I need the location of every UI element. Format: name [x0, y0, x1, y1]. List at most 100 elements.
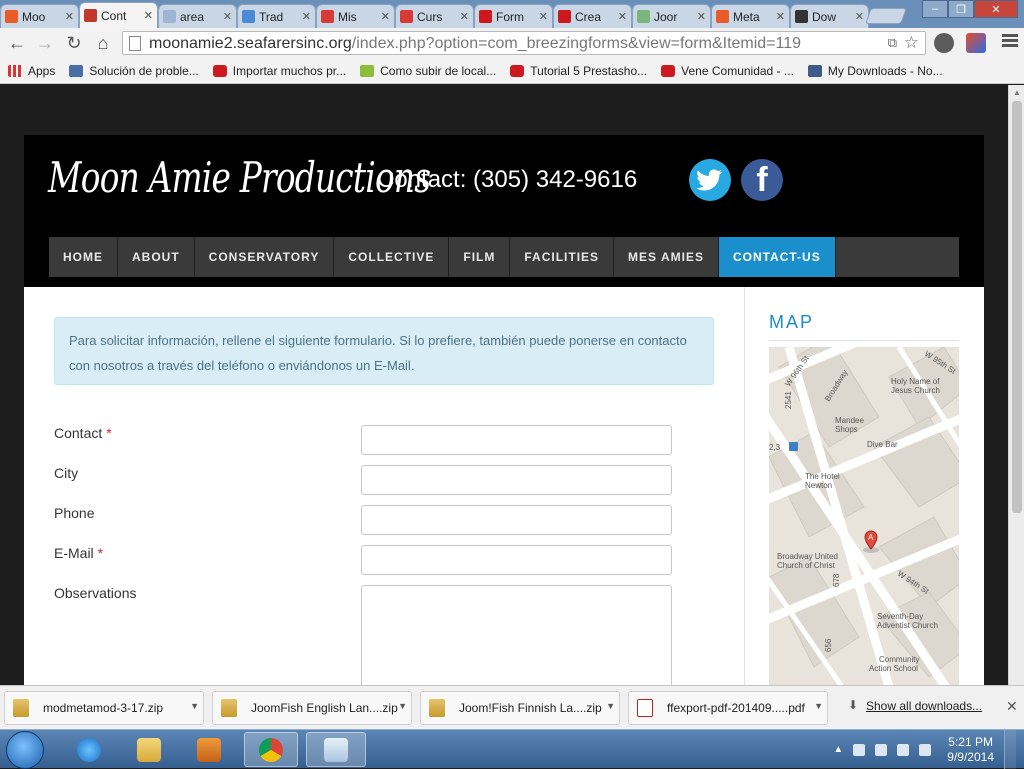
close-tab-icon[interactable]: ✕: [776, 10, 785, 23]
volume-icon[interactable]: [919, 743, 932, 756]
taskbar-ie[interactable]: [62, 732, 116, 767]
tab-0[interactable]: Moo ✕: [0, 4, 79, 28]
email-input[interactable]: [361, 545, 672, 575]
close-tab-icon[interactable]: ✕: [697, 10, 706, 23]
chevron-down-icon[interactable]: ▼: [606, 701, 615, 711]
tab-2[interactable]: area ✕: [158, 4, 237, 28]
close-window-button[interactable]: ✕: [974, 0, 1018, 18]
tab-8[interactable]: Joor ✕: [632, 4, 711, 28]
close-shelf-icon[interactable]: ✕: [1006, 698, 1018, 715]
reload-icon[interactable]: ↻: [63, 32, 85, 54]
contact-input[interactable]: [361, 425, 672, 455]
forward-icon[interactable]: →: [34, 32, 56, 54]
map-label-place: Holy Name of: [891, 377, 940, 386]
menu-icon[interactable]: [1002, 34, 1018, 50]
scroll-up-icon[interactable]: ▲: [1013, 88, 1021, 97]
required-mark: *: [106, 425, 112, 441]
page-viewport: Moon Amie Productions Contact: (305) 342…: [0, 85, 1008, 685]
download-item[interactable]: ffexport-pdf-201409.....pdf ▼: [628, 691, 828, 725]
tray-chevron-icon[interactable]: ▲: [833, 744, 843, 755]
bookmark-importar[interactable]: Importar muchos pr...: [212, 64, 346, 78]
clock[interactable]: 5:21 PM 9/9/2014: [947, 735, 994, 765]
map[interactable]: W 96th St Broadway W 94th St W 95th St H…: [769, 347, 959, 685]
tab-4[interactable]: Mis ✕: [316, 4, 395, 28]
home-icon[interactable]: ⌂: [92, 32, 114, 54]
taskbar-explorer[interactable]: [122, 732, 176, 767]
scrollbar-thumb[interactable]: [1012, 101, 1022, 513]
show-all-downloads-link[interactable]: Show all downloads...: [866, 699, 982, 713]
nav-contact-us[interactable]: CONTACT-US: [718, 237, 836, 277]
map-label-place: Newton: [805, 481, 832, 490]
twitter-icon[interactable]: [689, 159, 731, 201]
bookmark-star-icon[interactable]: ☆: [904, 33, 919, 53]
bookmark-como-subir[interactable]: Como subir de local...: [360, 64, 496, 78]
address-bar[interactable]: moonamie2.seafarersinc.org/index.php?opt…: [122, 31, 926, 55]
nav-about[interactable]: ABOUT: [118, 237, 195, 277]
close-tab-icon[interactable]: ✕: [302, 10, 311, 23]
taskbar-notepad[interactable]: [306, 732, 366, 767]
tab-3[interactable]: Trad ✕: [237, 4, 316, 28]
restore-button[interactable]: ❐: [948, 0, 974, 18]
bookmark-vene[interactable]: Vene Comunidad - ...: [661, 64, 794, 78]
bookmark-my-downloads[interactable]: My Downloads - No...: [807, 64, 943, 78]
taskbar-chrome[interactable]: [244, 732, 298, 767]
chevron-down-icon[interactable]: ▼: [398, 701, 407, 711]
download-item[interactable]: Joom!Fish Finnish La....zip ▼: [420, 691, 620, 725]
tab-9[interactable]: Meta ✕: [711, 4, 790, 28]
map-label-place: Dive Bar: [867, 440, 898, 449]
tab-10[interactable]: Dow ✕: [790, 4, 869, 28]
close-tab-icon[interactable]: ✕: [855, 10, 864, 23]
close-tab-icon[interactable]: ✕: [539, 10, 548, 23]
nav-home[interactable]: HOME: [49, 237, 118, 277]
close-tab-icon[interactable]: ✕: [460, 10, 469, 23]
close-tab-icon[interactable]: ✕: [65, 10, 74, 23]
close-tab-icon[interactable]: ✕: [144, 9, 153, 22]
taskbar-media[interactable]: [182, 732, 236, 767]
download-item[interactable]: JoomFish English Lan....zip ▼: [212, 691, 412, 725]
extension-globe-icon[interactable]: [934, 33, 954, 53]
network-icon[interactable]: [897, 743, 910, 756]
chevron-down-icon[interactable]: ▼: [190, 701, 199, 711]
tab-title: area: [180, 9, 205, 24]
back-icon[interactable]: ←: [6, 32, 28, 54]
extension-avatar-icon[interactable]: [966, 33, 986, 53]
tab-7[interactable]: Crea ✕: [553, 4, 632, 28]
youtube-icon: [510, 64, 525, 77]
tab-title: Trad: [259, 9, 284, 24]
close-tab-icon[interactable]: ✕: [381, 10, 390, 23]
minimize-button[interactable]: –: [922, 0, 948, 18]
tab-5[interactable]: Curs ✕: [395, 4, 474, 28]
close-tab-icon[interactable]: ✕: [223, 10, 232, 23]
contact-row: Contact *: [54, 425, 714, 455]
page-scrollbar[interactable]: ▲: [1008, 85, 1024, 685]
translate-icon[interactable]: ⧉: [888, 35, 897, 51]
power-icon[interactable]: [875, 743, 888, 756]
main-nav: HOME ABOUT CONSERVATORY COLLECTIVE FILM …: [49, 237, 959, 277]
nav-collective[interactable]: COLLECTIVE: [334, 237, 450, 277]
internet-explorer-icon: [77, 737, 101, 762]
bookmarks-bar: Apps Solución de proble... Importar much…: [0, 58, 1024, 84]
tab-6[interactable]: Form ✕: [474, 4, 553, 28]
bookmark-apps[interactable]: Apps: [8, 64, 55, 78]
nav-conservatory[interactable]: CONSERVATORY: [195, 237, 335, 277]
nav-film[interactable]: FILM: [449, 237, 511, 277]
new-tab-button[interactable]: [865, 8, 907, 24]
close-tab-icon[interactable]: ✕: [618, 10, 627, 23]
show-desktop-button[interactable]: [1004, 730, 1016, 769]
start-button[interactable]: [6, 731, 44, 769]
bookmark-solucion[interactable]: Solución de proble...: [69, 64, 199, 78]
nav-facilities[interactable]: FACILITIES: [510, 237, 615, 277]
city-row: City: [54, 465, 714, 495]
city-input[interactable]: [361, 465, 672, 495]
joomla-icon: [5, 10, 18, 23]
action-center-icon[interactable]: [853, 743, 866, 756]
nav-mes-amies[interactable]: MES AMIES: [614, 237, 719, 277]
facebook-icon[interactable]: f: [741, 159, 783, 201]
bookmark-tutorial[interactable]: Tutorial 5 Prestasho...: [510, 64, 647, 78]
observations-textarea[interactable]: [361, 585, 672, 685]
phone-input[interactable]: [361, 505, 672, 535]
tab-1[interactable]: Cont ✕: [79, 2, 158, 28]
download-item[interactable]: modmetamod-3-17.zip ▼: [4, 691, 204, 725]
site-logo[interactable]: Moon Amie Productions: [48, 153, 431, 202]
chevron-down-icon[interactable]: ▼: [814, 701, 823, 711]
